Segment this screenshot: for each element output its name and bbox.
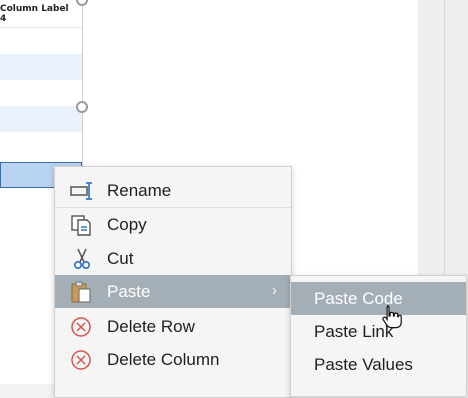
column-header[interactable]: Column Label 4 bbox=[0, 0, 82, 28]
rename-icon bbox=[69, 180, 95, 202]
menu-item-paste[interactable]: Paste › bbox=[55, 275, 291, 308]
menu-item-copy[interactable]: Copy bbox=[55, 208, 291, 241]
submenu-arrow-icon: › bbox=[272, 282, 277, 299]
resize-handle[interactable] bbox=[76, 101, 88, 113]
submenu-item-paste-values[interactable]: Paste Values bbox=[291, 348, 466, 381]
table-row[interactable] bbox=[0, 106, 82, 132]
menu-item-label: Rename bbox=[107, 181, 172, 200]
menu-item-label: Copy bbox=[107, 215, 147, 234]
submenu-item-label: Paste Values bbox=[314, 355, 413, 374]
copy-icon bbox=[69, 214, 95, 236]
delete-circle-icon bbox=[69, 316, 95, 338]
menu-item-label: Delete Column bbox=[107, 350, 220, 369]
menu-item-delete-row[interactable]: Delete Row bbox=[55, 310, 291, 343]
menu-item-label: Cut bbox=[107, 249, 134, 268]
menu-item-cut[interactable]: Cut bbox=[55, 242, 291, 275]
menu-item-delete-column[interactable]: Delete Column bbox=[55, 343, 291, 376]
menu-item-label: Delete Row bbox=[107, 317, 195, 336]
menu-item-label: Paste bbox=[107, 282, 151, 301]
hand-pointer-icon bbox=[378, 304, 404, 330]
paste-icon bbox=[69, 281, 95, 303]
delete-circle-icon bbox=[69, 349, 95, 371]
paste-submenu: Paste Code Paste Link Paste Values bbox=[290, 275, 467, 397]
context-menu: Rename Copy Cut Paste › Delete Row Delet… bbox=[54, 166, 292, 398]
scissors-icon bbox=[69, 248, 95, 270]
table-row[interactable] bbox=[0, 54, 82, 80]
menu-item-rename[interactable]: Rename bbox=[55, 174, 291, 207]
